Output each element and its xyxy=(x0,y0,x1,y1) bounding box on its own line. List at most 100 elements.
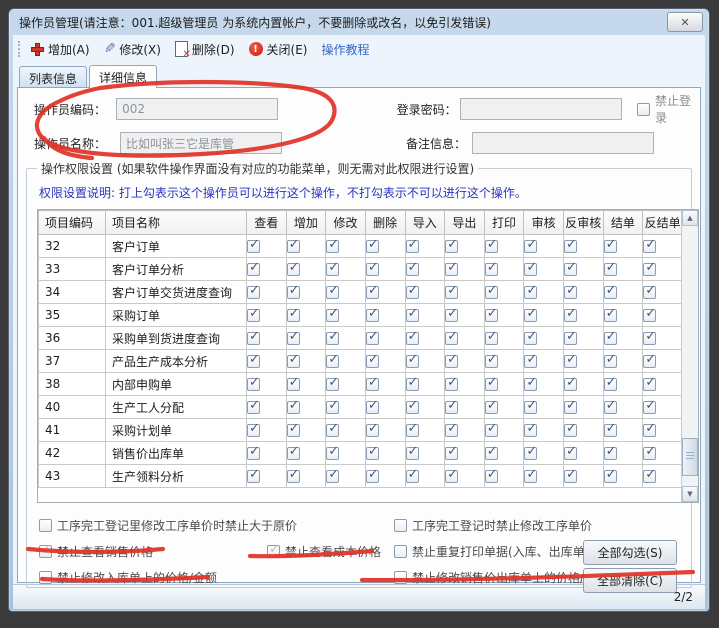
permission-checkbox[interactable] xyxy=(406,470,419,483)
permission-checkbox[interactable] xyxy=(485,355,498,368)
permission-checkbox[interactable] xyxy=(524,240,537,253)
permission-checkbox[interactable] xyxy=(406,424,419,437)
permission-checkbox[interactable] xyxy=(643,378,656,391)
permission-checkbox[interactable] xyxy=(287,286,300,299)
permission-checkbox[interactable] xyxy=(524,424,537,437)
permission-checkbox[interactable] xyxy=(604,309,617,322)
permission-checkbox[interactable] xyxy=(247,263,260,276)
permission-checkbox[interactable] xyxy=(564,470,577,483)
permission-checkbox[interactable] xyxy=(564,332,577,345)
table-row[interactable]: 43生产领料分析 xyxy=(39,465,683,488)
permission-checkbox[interactable] xyxy=(366,355,379,368)
table-row[interactable]: 34客户订单交货进度查询 xyxy=(39,281,683,304)
permission-checkbox[interactable] xyxy=(366,378,379,391)
permission-checkbox[interactable] xyxy=(445,286,458,299)
permission-checkbox[interactable] xyxy=(485,332,498,345)
permission-checkbox[interactable] xyxy=(366,470,379,483)
table-row[interactable]: 42销售价出库单 xyxy=(39,442,683,465)
permission-checkbox[interactable] xyxy=(406,447,419,460)
permission-checkbox[interactable] xyxy=(643,240,656,253)
permission-checkbox[interactable] xyxy=(406,401,419,414)
permission-checkbox[interactable] xyxy=(604,263,617,276)
window-close-button[interactable]: ✕ xyxy=(667,12,703,32)
permission-checkbox[interactable] xyxy=(604,470,617,483)
permission-checkbox[interactable] xyxy=(366,263,379,276)
permission-checkbox[interactable] xyxy=(643,447,656,460)
forbid-login-checkbox-box[interactable] xyxy=(637,103,650,116)
permission-checkbox[interactable] xyxy=(247,447,260,460)
vertical-scrollbar[interactable]: ▲ ▼ xyxy=(681,210,698,502)
permission-checkbox[interactable] xyxy=(406,332,419,345)
permission-checkbox[interactable] xyxy=(247,286,260,299)
permission-checkbox[interactable] xyxy=(287,240,300,253)
permission-checkbox[interactable] xyxy=(604,424,617,437)
permission-checkbox[interactable] xyxy=(604,447,617,460)
permission-checkbox[interactable] xyxy=(524,401,537,414)
close-button[interactable]: ! 关闭(E) xyxy=(249,41,308,58)
permission-checkbox[interactable] xyxy=(485,263,498,276)
permission-checkbox[interactable] xyxy=(326,355,339,368)
permission-checkbox[interactable] xyxy=(564,378,577,391)
permission-checkbox[interactable] xyxy=(445,378,458,391)
permission-checkbox[interactable] xyxy=(445,332,458,345)
permission-checkbox[interactable] xyxy=(326,263,339,276)
permission-checkbox[interactable] xyxy=(604,332,617,345)
scroll-down-arrow[interactable]: ▼ xyxy=(682,486,698,502)
permission-checkbox[interactable] xyxy=(485,378,498,391)
permission-checkbox[interactable] xyxy=(406,240,419,253)
scroll-thumb[interactable] xyxy=(682,438,698,476)
permission-checkbox[interactable] xyxy=(406,309,419,322)
permission-checkbox[interactable] xyxy=(247,309,260,322)
permission-checkbox[interactable] xyxy=(564,240,577,253)
operator-name-input[interactable] xyxy=(120,132,282,154)
permission-checkbox[interactable] xyxy=(247,240,260,253)
forbid-login-checkbox[interactable]: 禁止登录 xyxy=(637,92,700,126)
permission-checkbox[interactable] xyxy=(287,332,300,345)
permission-checkbox[interactable] xyxy=(564,286,577,299)
permission-checkbox[interactable] xyxy=(247,378,260,391)
scroll-up-arrow[interactable]: ▲ xyxy=(682,210,698,226)
option-checkbox[interactable]: 禁止查看销售价格 xyxy=(39,543,267,560)
delete-button[interactable]: 删除(D) xyxy=(175,41,235,58)
permission-checkbox[interactable] xyxy=(524,309,537,322)
table-row[interactable]: 35采购订单 xyxy=(39,304,683,327)
table-row[interactable]: 37产品生产成本分析 xyxy=(39,350,683,373)
tutorial-link[interactable]: 操作教程 xyxy=(321,41,369,58)
permission-checkbox[interactable] xyxy=(564,447,577,460)
permission-checkbox[interactable] xyxy=(406,378,419,391)
permission-checkbox[interactable] xyxy=(485,424,498,437)
permission-checkbox[interactable] xyxy=(445,424,458,437)
permission-checkbox[interactable] xyxy=(366,401,379,414)
checkbox-box[interactable] xyxy=(394,545,407,558)
permission-checkbox[interactable] xyxy=(564,424,577,437)
permission-checkbox[interactable] xyxy=(247,355,260,368)
checkbox-box[interactable] xyxy=(39,519,52,532)
permission-checkbox[interactable] xyxy=(643,286,656,299)
permission-checkbox[interactable] xyxy=(406,286,419,299)
permission-checkbox[interactable] xyxy=(643,424,656,437)
permission-checkbox[interactable] xyxy=(366,286,379,299)
checkbox-box[interactable] xyxy=(394,519,407,532)
permission-checkbox[interactable] xyxy=(604,378,617,391)
permission-checkbox[interactable] xyxy=(643,263,656,276)
add-button[interactable]: 增加(A) xyxy=(31,41,90,58)
permission-checkbox[interactable] xyxy=(604,286,617,299)
permission-checkbox[interactable] xyxy=(287,378,300,391)
permission-checkbox[interactable] xyxy=(485,447,498,460)
option-checkbox[interactable]: 工序完工登记时禁止修改工序单价 xyxy=(394,517,592,534)
option-checkbox[interactable]: 禁止修改销售价出库单上的价格/金额 xyxy=(394,569,608,586)
permission-checkbox[interactable] xyxy=(564,309,577,322)
option-checkbox[interactable]: 禁止重复打印单据(入库、出库单据) xyxy=(394,543,601,560)
permission-checkbox[interactable] xyxy=(247,332,260,345)
permission-checkbox[interactable] xyxy=(287,263,300,276)
permission-checkbox[interactable] xyxy=(445,263,458,276)
permission-checkbox[interactable] xyxy=(366,332,379,345)
tab-detail-info[interactable]: 详细信息 xyxy=(89,65,157,88)
permission-checkbox[interactable] xyxy=(643,401,656,414)
permission-checkbox[interactable] xyxy=(643,309,656,322)
permission-checkbox[interactable] xyxy=(445,355,458,368)
permission-checkbox[interactable] xyxy=(524,263,537,276)
table-row[interactable]: 33客户订单分析 xyxy=(39,258,683,281)
permission-checkbox[interactable] xyxy=(604,355,617,368)
permission-checkbox[interactable] xyxy=(366,424,379,437)
